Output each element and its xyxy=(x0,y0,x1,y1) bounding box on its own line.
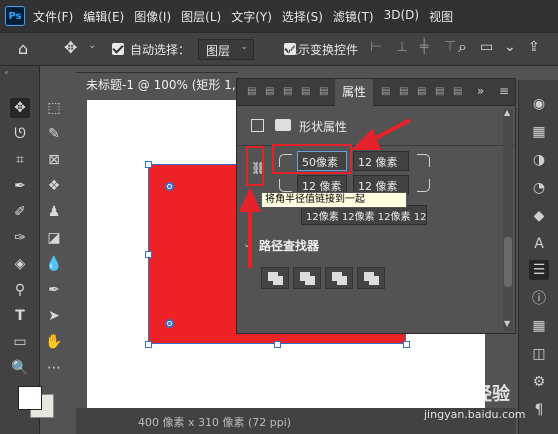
swatches-icon[interactable]: ▦ xyxy=(529,122,549,142)
arrow-head xyxy=(351,128,381,150)
watermark-url: jingyan.baidu.com xyxy=(424,408,526,421)
link-tooltip: 将角半径值链接到一起 xyxy=(261,192,407,208)
arrow-head xyxy=(238,187,262,212)
grid-icon[interactable]: ▦ xyxy=(529,316,549,336)
photoshop-window: Ps 文件(F) 编辑(E) 图像(I) 图层(L) 文字(Y) 选择(S) 滤… xyxy=(0,0,558,434)
channels-icon[interactable]: ◫ xyxy=(529,344,549,364)
paths-icon[interactable]: ⚙ xyxy=(529,372,549,392)
character-icon[interactable]: A xyxy=(529,234,549,254)
annotation-arrows xyxy=(238,118,411,268)
right-panel-strip: ◉ ▦ ◑ ◔ ◆ A ☰ ⓘ ▦ ◫ ⚙ ¶ xyxy=(518,80,558,434)
adjustments-icon[interactable]: ◑ xyxy=(529,150,549,170)
styles-icon[interactable]: ◔ xyxy=(529,178,549,198)
color-wheel-icon[interactable]: ◉ xyxy=(529,94,549,114)
layers-icon[interactable]: ◆ xyxy=(529,206,549,226)
paragraph-icon[interactable]: ¶ xyxy=(529,400,549,420)
arrow-line xyxy=(371,118,411,142)
baidu-watermark: Baidu 经验 xyxy=(410,384,511,405)
info-icon[interactable]: ⓘ xyxy=(529,288,549,308)
properties-panel-icon[interactable]: ☰ xyxy=(529,260,549,280)
